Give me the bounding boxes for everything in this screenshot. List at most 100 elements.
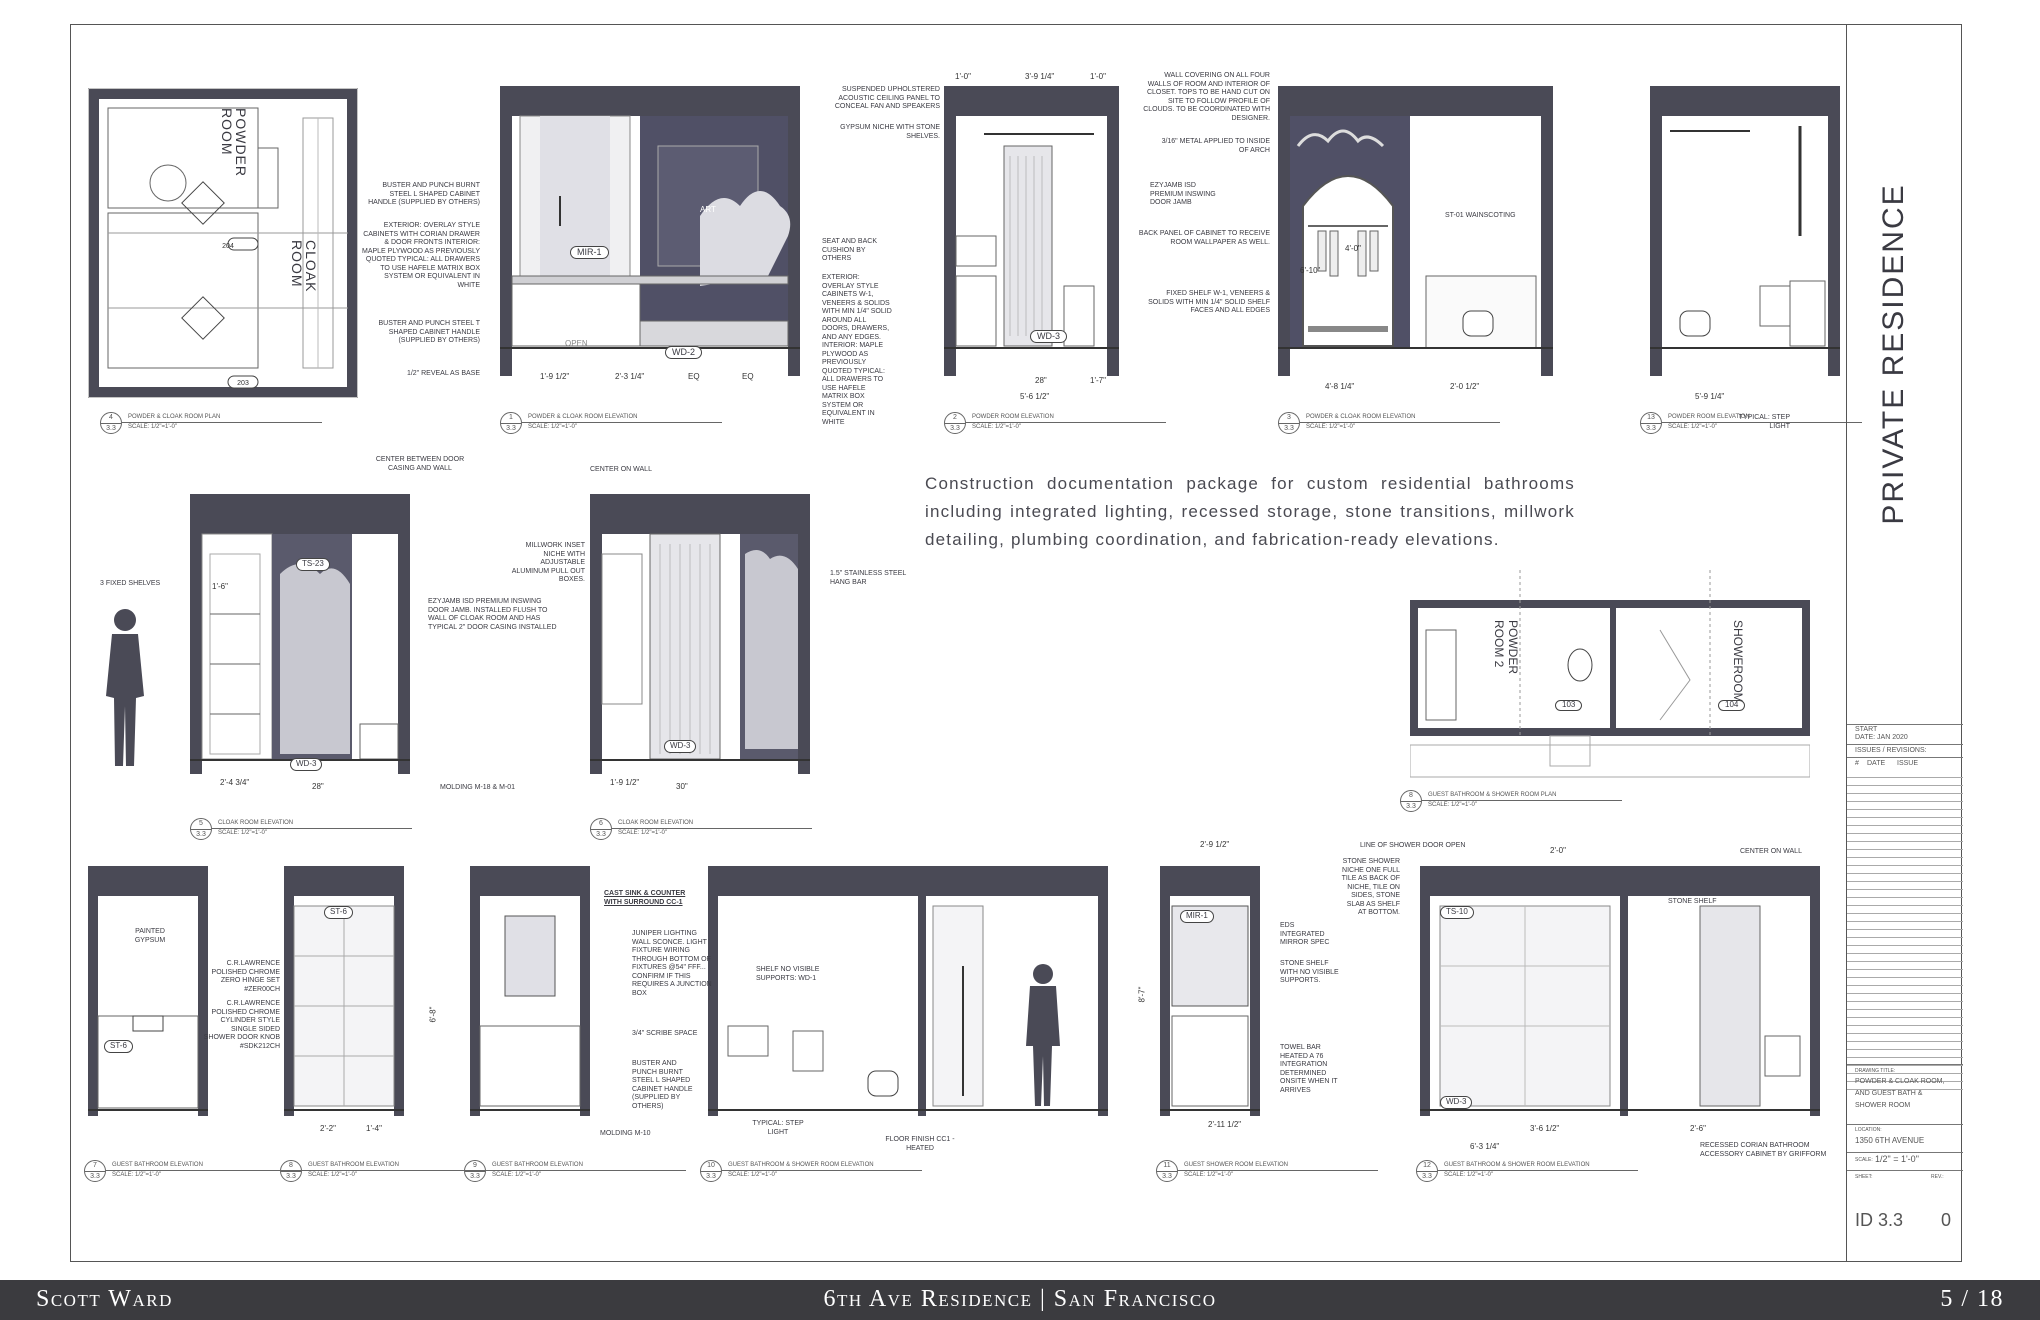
dim-11: 2'-3 1/4" xyxy=(615,372,645,381)
drawing-title-0: POWDER & CLOAK ROOM PLAN xyxy=(128,414,221,420)
human-figure-icon xyxy=(106,609,144,766)
annotation-gypsum-niche: GYPSUM NICHE WITH STONE SHELVES. xyxy=(840,124,940,140)
dim-1: 1'-0" xyxy=(955,72,971,81)
dim-26: 1'-4" xyxy=(366,1124,382,1133)
col-issue: ISSUE xyxy=(1897,760,1919,767)
annotation-towel-bar: TOWEL BAR HEATED A 76 INTEGRATION DETERM… xyxy=(1280,1044,1338,1094)
annotation-buster-handle-2: BUSTER AND PUNCH BURNT STEEL L SHAPED CA… xyxy=(632,1060,693,1110)
tag-wd3-elev2: WD-3 xyxy=(1030,330,1067,343)
dim-30: 1'-6" xyxy=(212,582,228,591)
annotation-stone-shelf: STONE SHELF WITH NO VISIBLE SUPPORTS. xyxy=(1280,960,1339,984)
drawing-title-11: GUEST BATHROOM & SHOWER ROOM ELEVATION xyxy=(728,1162,874,1168)
drawing-number-5: 5 3.3 xyxy=(190,818,212,840)
annotation-center-door-casing: CENTER BETWEEN DOOR CASING AND WALL xyxy=(375,456,465,472)
drawing-scale-3: SCALE: 1/2"=1'-0" xyxy=(1306,424,1355,430)
dim-21: 2'-0" xyxy=(1550,846,1566,855)
scale: 1/2" = 1'-0" xyxy=(1875,1154,1919,1164)
annotation-fixed-shelf: FIXED SHELF W-1, VENEERS & SOLIDS WITH M… xyxy=(1148,290,1270,314)
dim-15: 1'-9 1/2" xyxy=(540,372,570,381)
elev-12 xyxy=(1420,866,1820,1116)
annotation-shower-door-line: LINE OF SHOWER DOOR OPEN xyxy=(1360,842,1466,849)
room-label-cloak: CLOAK ROOM xyxy=(289,240,319,293)
annotation-exterior-cabinets: EXTERIOR: OVERLAY STYLE CABINETS WITH CO… xyxy=(362,222,480,289)
annotation-stone-niche: STONE SHOWER NICHE ONE FULL TILE AS BACK… xyxy=(1341,858,1400,916)
drawing-title-9: GUEST BATHROOM ELEVATION xyxy=(308,1162,399,1168)
drawing-scale-10: SCALE: 1/2"=1'-0" xyxy=(492,1172,541,1178)
drawing-title-8: GUEST BATHROOM ELEVATION xyxy=(112,1162,203,1168)
dim-16: 28" xyxy=(312,782,324,791)
dim-24: 2'-6" xyxy=(1690,1124,1706,1133)
drawing-title-3: POWDER & CLOAK ROOM ELEVATION xyxy=(1306,414,1416,420)
tag-open: OPEN xyxy=(565,339,588,348)
drawing-title-7: GUEST BATHROOM & SHOWER ROOM PLAN xyxy=(1428,792,1557,798)
sheet-number: ID 3.3 xyxy=(1855,1210,1904,1230)
drawing-caption-line xyxy=(106,1170,306,1171)
start-label: START xyxy=(1855,726,1878,733)
drawing-title-12: GUEST SHOWER ROOM ELEVATION xyxy=(1184,1162,1289,1168)
dim-6: 5'-6 1/2" xyxy=(1020,392,1050,401)
dim-9: 4'-8 1/4" xyxy=(1325,382,1355,391)
annotation-molding-m18: MOLDING M-18 & M-01 xyxy=(440,784,516,791)
annotation-step-light-2: TYPICAL: STEP LIGHT xyxy=(752,1120,804,1136)
col-date: DATE xyxy=(1867,760,1886,767)
footer-page: 5 / 18 xyxy=(1940,1286,2004,1312)
drawing-number-3: 3 3.3 xyxy=(1278,412,1300,434)
drawing-caption-line xyxy=(1300,422,1500,423)
annotation-metal-arch: 3/16" METAL APPLIED TO INSIDE OF ARCH xyxy=(1161,138,1270,154)
location: 1350 6TH AVENUE xyxy=(1855,1136,1925,1145)
room-label-powder-2: POWDER ROOM 2 xyxy=(1492,620,1520,674)
annotation-zero-hinge: C.R.LAWRENCE POLISHED CHROME ZERO HINGE … xyxy=(211,960,280,993)
drawing-scale-0: SCALE: 1/2"=1'-0" xyxy=(128,424,177,430)
dim-8: 6'-10" xyxy=(1300,266,1321,275)
annotation-scribe-space: 3/4" SCRIBE SPACE xyxy=(632,1030,698,1037)
dim-27: 2'-11 1/2" xyxy=(1208,1120,1242,1129)
drawing-caption-line xyxy=(966,422,1166,423)
dim-12: EQ xyxy=(688,372,700,381)
drawing-number-1: 1 3.3 xyxy=(500,412,522,434)
drawing-title-1: POWDER & CLOAK ROOM ELEVATION xyxy=(528,414,638,420)
dim-7: 4'-0" xyxy=(1345,244,1361,253)
col-num: # xyxy=(1855,760,1859,767)
start-date: DATE: JAN 2020 xyxy=(1855,734,1908,741)
annotation-hang-bar: 1.5" STAINLESS STEEL HANG BAR xyxy=(830,570,907,586)
drawing-scale-13: SCALE: 1/2"=1'-0" xyxy=(1444,1172,1493,1178)
drawing-title-4: POWDER ROOM ELEVATION xyxy=(1668,414,1750,420)
drawing-title-label: DRAWING TITLE: xyxy=(1855,1068,1896,1074)
tag-mir1-11: MIR-1 xyxy=(1180,910,1214,923)
rev-label: REV.: xyxy=(1931,1174,1944,1180)
drawing-scale-6: SCALE: 1/2"=1'-0" xyxy=(618,830,667,836)
plan-guest-bath xyxy=(1410,570,1810,778)
project-description: Construction documentation package for c… xyxy=(925,474,1575,549)
drawing-number-7: 8 3.3 xyxy=(1400,790,1422,812)
annotation-back-panel: BACK PANEL OF CABINET TO RECEIVE ROOM WA… xyxy=(1138,230,1270,246)
drawing-scale-9: SCALE: 1/2"=1'-0" xyxy=(308,1172,357,1178)
dim-10: 2'-0 1/2" xyxy=(1450,382,1480,391)
rev-number: 0 xyxy=(1941,1210,1952,1230)
annotation-buster-t-handle: BUSTER AND PUNCH STEEL T SHAPED CABINET … xyxy=(378,320,480,344)
elev-1 xyxy=(500,86,800,376)
annotation-cast-sink: CAST SINK & COUNTER WITH SURROUND CC-1 xyxy=(604,890,686,906)
drawing-title-6: CLOAK ROOM ELEVATION xyxy=(618,820,694,826)
drawing-caption-line xyxy=(1662,422,1862,423)
elev-13 xyxy=(1650,86,1840,376)
dim-25: 2'-2" xyxy=(320,1124,336,1133)
drawing-number-11: 10 3.3 xyxy=(700,1160,722,1182)
tag-mir1: MIR-1 xyxy=(570,246,609,259)
door-tag-204: 204 xyxy=(222,243,234,250)
drawing-scale-5: SCALE: 1/2"=1'-0" xyxy=(218,830,267,836)
drawing-scale-8: SCALE: 1/2"=1'-0" xyxy=(112,1172,161,1178)
location-label: LOCATION: xyxy=(1855,1127,1882,1133)
drawing-caption-line xyxy=(1178,1170,1378,1171)
general-notes xyxy=(1853,30,1957,100)
drawing-number-10: 9 3.3 xyxy=(464,1160,486,1182)
dim-5: 1'-7" xyxy=(1090,376,1106,385)
drawing-caption-line xyxy=(212,828,412,829)
dim-2: 3'-9 1/4" xyxy=(1025,72,1055,81)
footer-title: 6th Ave Residence | San Francisco xyxy=(823,1286,1217,1312)
drawing-caption-line xyxy=(1422,800,1622,801)
tag-ts23: TS-23 xyxy=(296,558,330,571)
drawing-title-10: GUEST BATHROOM ELEVATION xyxy=(492,1162,583,1168)
scale-label: SCALE: xyxy=(1855,1157,1873,1163)
drawing-title-13: GUEST BATHROOM & SHOWER ROOM ELEVATION xyxy=(1444,1162,1590,1168)
issues-label: ISSUES / REVISIONS: xyxy=(1855,747,1927,754)
